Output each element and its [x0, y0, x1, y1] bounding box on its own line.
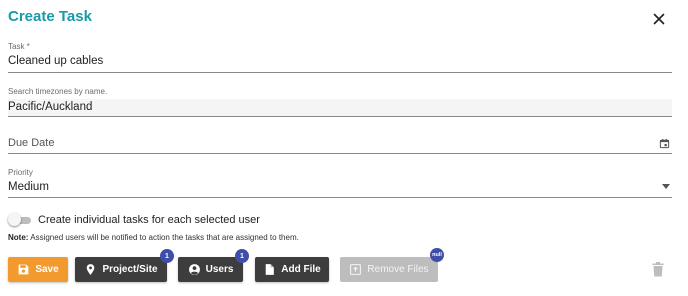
project-site-label: Project/Site — [102, 264, 158, 275]
save-button[interactable]: Save — [8, 257, 68, 282]
remove-files-button[interactable]: Remove Files — [340, 257, 438, 282]
priority-select[interactable]: Priority Medium — [8, 167, 672, 198]
individual-tasks-toggle-row: Create individual tasks for each selecte… — [8, 213, 260, 227]
due-date-input[interactable]: Due Date — [8, 137, 54, 149]
map-marker-icon — [87, 264, 95, 275]
individual-tasks-label: Create individual tasks for each selecte… — [38, 214, 260, 226]
timezone-field[interactable]: Search timezones by name. Pacific/Auckla… — [8, 86, 672, 117]
file-remove-icon — [350, 264, 362, 275]
account-circle-icon — [188, 264, 200, 275]
due-date-underline — [8, 153, 672, 154]
delete-button[interactable] — [652, 262, 664, 277]
timezone-underline — [8, 116, 672, 117]
trash-icon — [652, 262, 664, 277]
close-button[interactable] — [650, 10, 668, 28]
note-prefix: Note: — [8, 233, 29, 242]
priority-label: Priority — [8, 168, 33, 177]
add-file-button[interactable]: Add File — [255, 257, 329, 282]
create-task-dialog: Create Task Task * Cleaned up cables Sea… — [0, 0, 688, 296]
file-icon — [265, 264, 275, 275]
remove-files-label: Remove Files — [367, 264, 429, 275]
task-underline — [8, 72, 672, 73]
project-site-button[interactable]: Project/Site — [75, 257, 167, 282]
note-text: Assigned users will be notified to actio… — [30, 233, 299, 242]
add-file-label: Add File — [281, 264, 321, 275]
floppy-disk-icon — [18, 264, 29, 275]
task-label: Task * — [8, 42, 30, 51]
timezone-input[interactable]: Pacific/Auckland — [8, 99, 672, 116]
chevron-down-icon[interactable] — [662, 184, 670, 189]
users-button[interactable]: Users — [178, 257, 243, 282]
toggle-thumb — [8, 213, 21, 226]
task-field[interactable]: Task * Cleaned up cables — [8, 40, 672, 73]
close-icon — [653, 13, 665, 25]
timezone-label: Search timezones by name. — [8, 87, 108, 96]
individual-tasks-toggle[interactable] — [8, 213, 32, 227]
users-label: Users — [205, 264, 234, 275]
due-date-field[interactable]: Due Date — [8, 132, 672, 154]
users-count-badge: 1 — [235, 249, 249, 263]
dialog-title: Create Task — [8, 8, 92, 25]
assignment-note: Note: Assigned users will be notified to… — [8, 233, 299, 242]
priority-underline — [8, 197, 672, 198]
task-input[interactable]: Cleaned up cables — [8, 55, 103, 67]
project-site-count-badge: 1 — [160, 249, 174, 263]
priority-value[interactable]: Medium — [8, 181, 49, 193]
save-label: Save — [35, 264, 59, 275]
calendar-icon[interactable] — [659, 138, 670, 149]
remove-files-badge: null — [430, 248, 444, 262]
